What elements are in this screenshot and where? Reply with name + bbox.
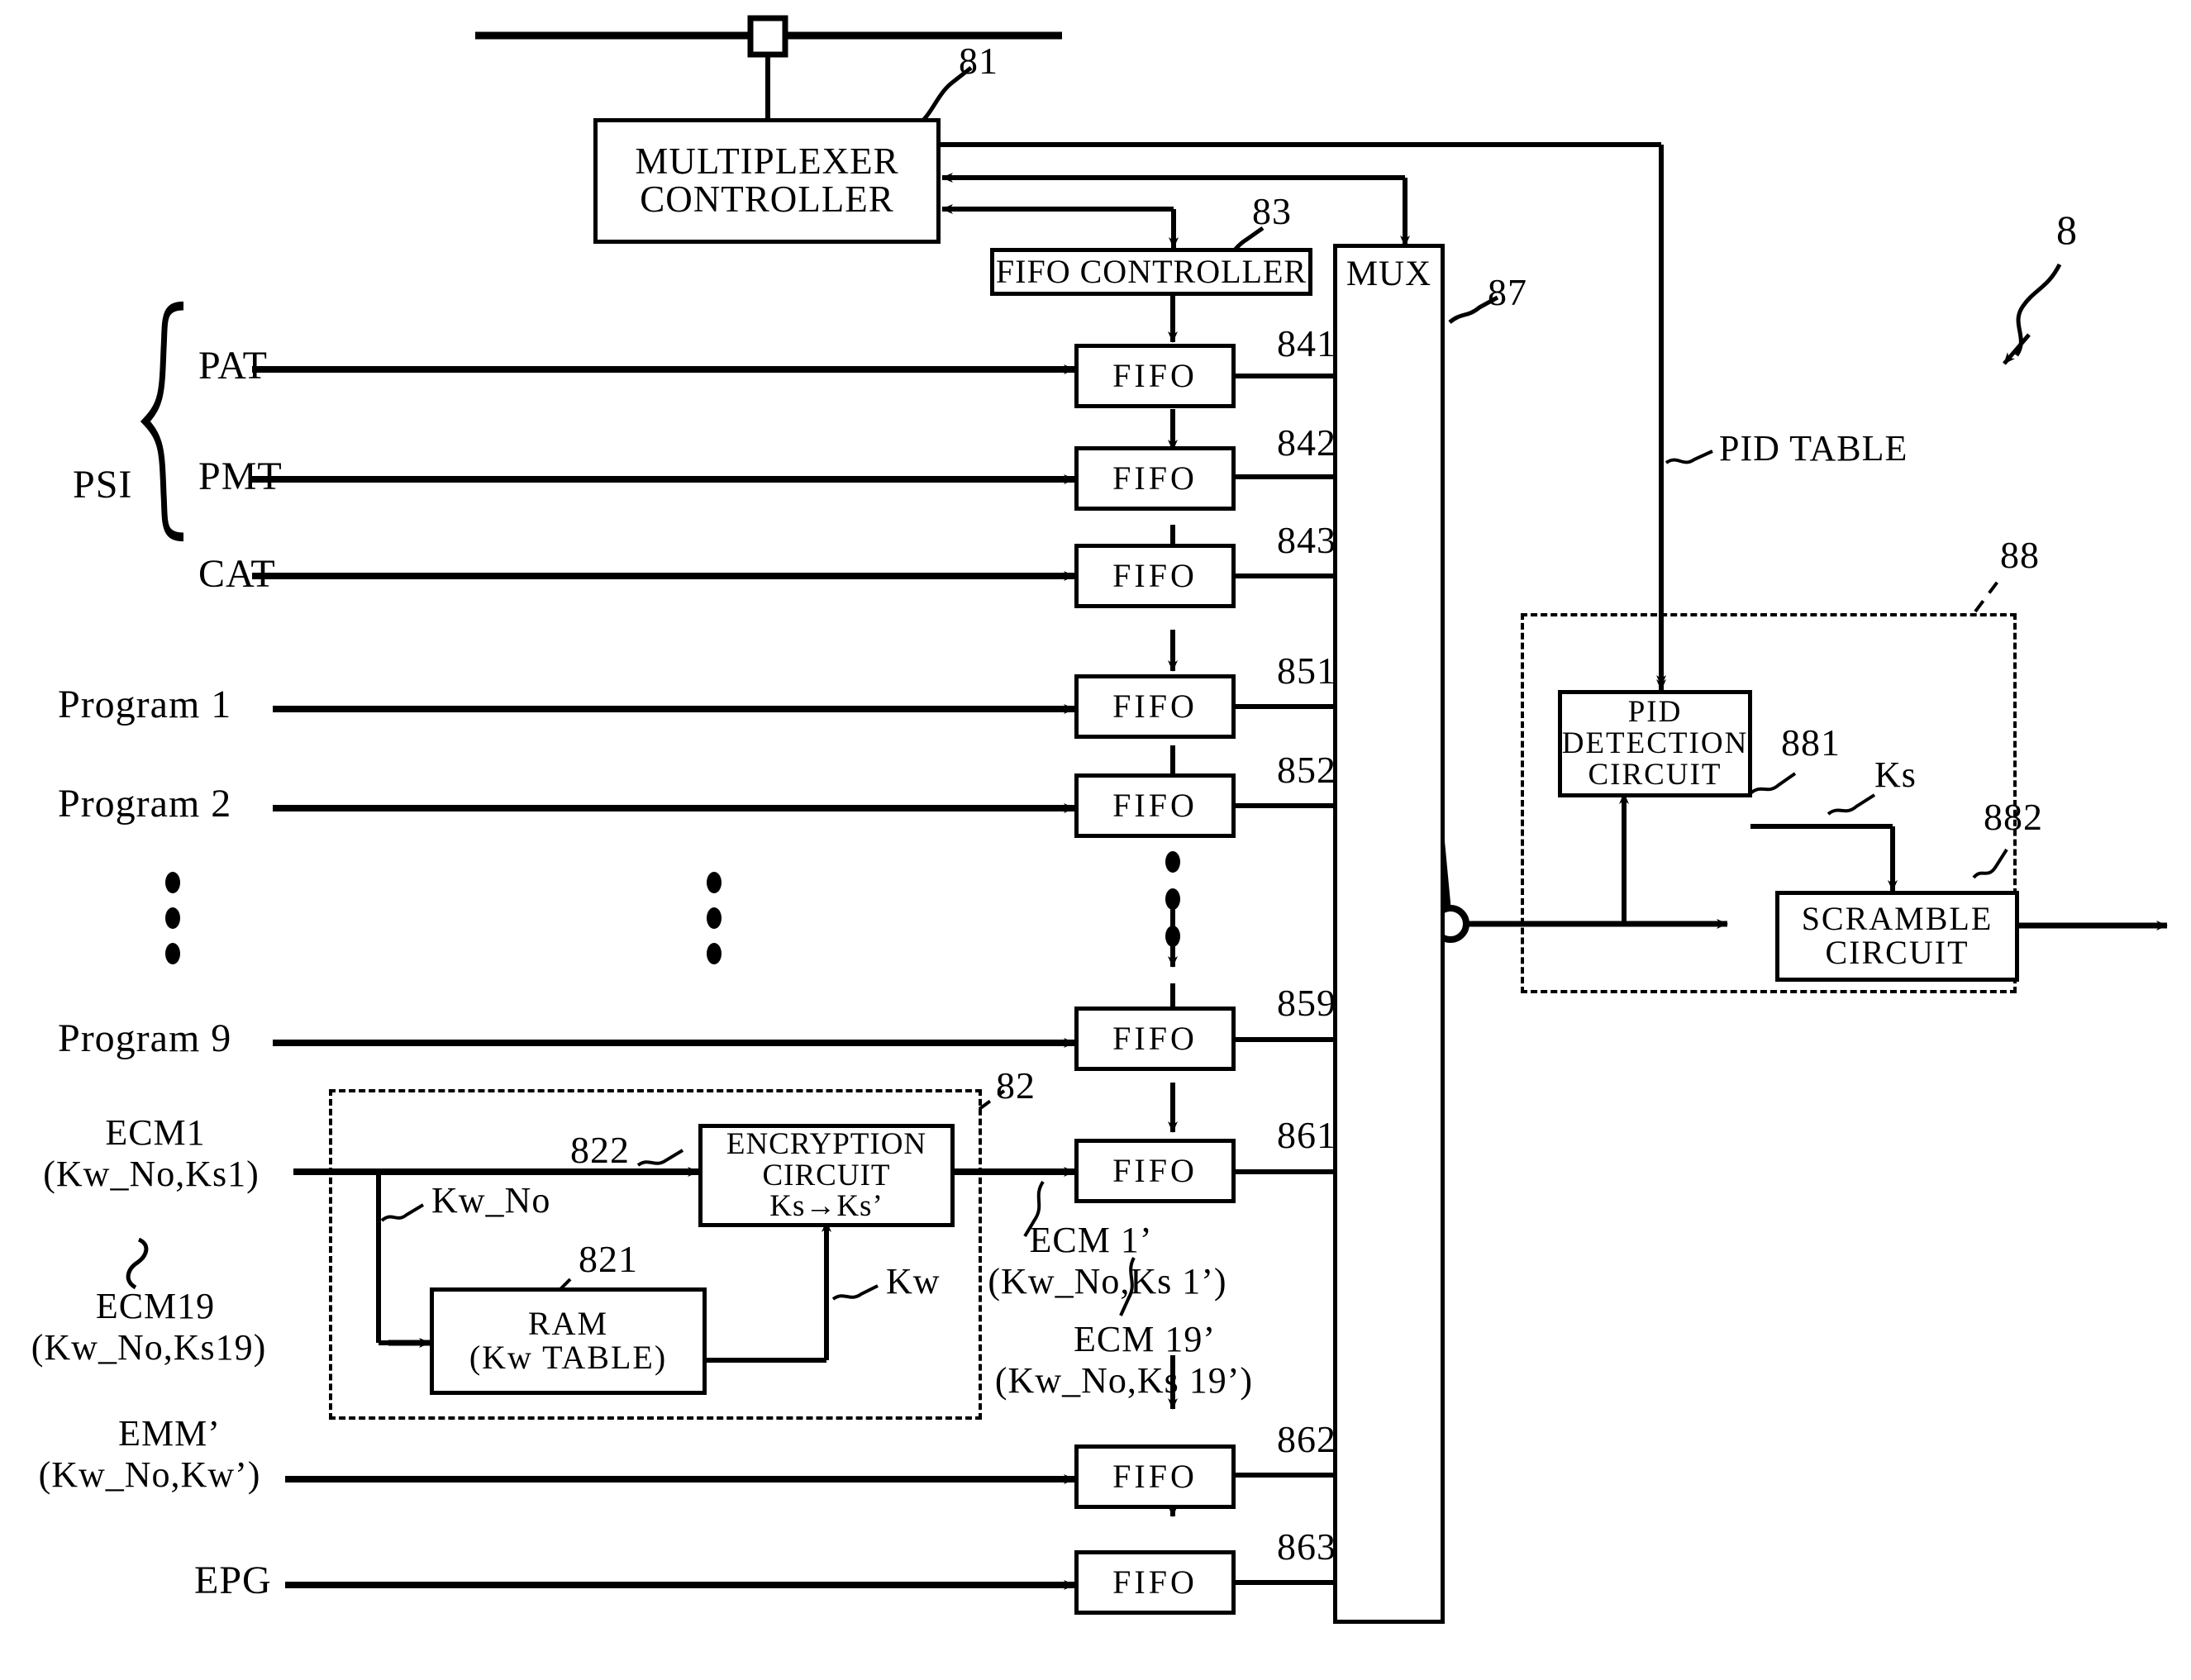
- ref-863: 863: [1277, 1525, 1336, 1568]
- psi-item-pat: PAT: [198, 344, 268, 388]
- ref-852: 852: [1277, 749, 1336, 791]
- program-2-label: Program 2: [58, 782, 232, 826]
- scramble-line2: CIRCUIT: [1825, 934, 1970, 971]
- ecm1-prime-params: (Kw_No,Ks 1’): [988, 1261, 1227, 1302]
- ref-859: 859: [1277, 982, 1336, 1024]
- ref-842: 842: [1277, 421, 1336, 464]
- fifo-861-label: FIFO: [1112, 1151, 1198, 1189]
- ref-83: 83: [1252, 190, 1292, 232]
- psi-item-cat: CAT: [198, 552, 276, 596]
- ref-87: 87: [1488, 271, 1527, 313]
- ref-861: 861: [1277, 1114, 1336, 1156]
- program-9-label: Program 9: [58, 1016, 232, 1060]
- vertical-ellipsis-dot: [707, 907, 722, 929]
- vertical-ellipsis-dot: [165, 907, 180, 929]
- ref-841: 841: [1277, 322, 1336, 364]
- fifo-843-block[interactable]: FIFO: [1074, 544, 1236, 608]
- ref-851: 851: [1277, 650, 1336, 692]
- fifo-861-block[interactable]: FIFO: [1074, 1139, 1236, 1203]
- ref-8-figure: 8: [2056, 207, 2078, 253]
- ram-line1: RAM: [527, 1305, 609, 1343]
- mux-block[interactable]: MUX: [1333, 244, 1445, 1624]
- fifo-862-label: FIFO: [1112, 1457, 1198, 1495]
- encryption-line2: CIRCUIT: [762, 1158, 891, 1192]
- ref-862: 862: [1277, 1418, 1336, 1460]
- vertical-ellipsis-dot: [707, 943, 722, 964]
- multiplexer-controller-block[interactable]: MULTIPLEXER CONTROLLER: [593, 118, 941, 244]
- ecm1-input-params: (Kw_No,Ks1): [43, 1154, 260, 1194]
- fifo-841-label: FIFO: [1112, 356, 1198, 394]
- ref-81: 81: [959, 40, 998, 82]
- fifo-842-label: FIFO: [1112, 459, 1198, 497]
- fifo-852-label: FIFO: [1112, 786, 1198, 824]
- pid-detection-line3: CIRCUIT: [1588, 757, 1722, 792]
- ref-881: 881: [1781, 721, 1841, 764]
- emm-prime-label: EMM’: [118, 1413, 221, 1454]
- ecm1-input-label: ECM1: [105, 1112, 206, 1153]
- ref-821: 821: [579, 1238, 638, 1280]
- signal-kw-label: Kw: [886, 1261, 941, 1302]
- fifo-851-block[interactable]: FIFO: [1074, 674, 1236, 739]
- ref-82: 82: [996, 1064, 1036, 1107]
- vertical-ellipsis-dot: [165, 943, 180, 964]
- fifo-851-label: FIFO: [1112, 687, 1198, 725]
- fifo-controller-block[interactable]: FIFO CONTROLLER: [990, 248, 1312, 296]
- bus-tap-square: [747, 15, 788, 58]
- psi-group-label: PSI: [73, 463, 133, 507]
- fifo-863-block[interactable]: FIFO: [1074, 1550, 1236, 1615]
- scramble-line1: SCRAMBLE: [1801, 900, 1993, 938]
- ref-88: 88: [2000, 534, 2040, 576]
- fifo-controller-label: FIFO CONTROLLER: [995, 252, 1307, 290]
- vertical-ellipsis-dot: [1165, 851, 1180, 873]
- multiplexer-controller-line1: MULTIPLEXER: [635, 140, 899, 183]
- fifo-859-block[interactable]: FIFO: [1074, 1007, 1236, 1071]
- pid-table-label: PID TABLE: [1719, 428, 1908, 469]
- ref-843: 843: [1277, 519, 1336, 561]
- ecm19-prime-label: ECM 19’: [1074, 1319, 1216, 1359]
- encryption-line1: ENCRYPTION: [726, 1126, 927, 1161]
- fifo-842-block[interactable]: FIFO: [1074, 446, 1236, 511]
- program-1-label: Program 1: [58, 683, 232, 726]
- scramble-circuit-block[interactable]: SCRAMBLE CIRCUIT: [1775, 891, 2019, 982]
- vertical-ellipsis-dot: [1165, 926, 1180, 947]
- pid-detection-line1: PID: [1627, 695, 1683, 730]
- fifo-863-label: FIFO: [1112, 1563, 1198, 1601]
- ram-line2: (Kw TABLE): [469, 1339, 668, 1376]
- pid-detection-circuit-block[interactable]: PID DETECTION CIRCUIT: [1558, 690, 1752, 797]
- vertical-ellipsis-dot: [1165, 888, 1180, 910]
- mux-label: MUX: [1346, 255, 1432, 293]
- ref-822: 822: [570, 1129, 630, 1171]
- fifo-859-label: FIFO: [1112, 1019, 1198, 1057]
- emm-prime-params: (Kw_No,Kw’): [38, 1454, 261, 1495]
- fifo-852-block[interactable]: FIFO: [1074, 773, 1236, 838]
- signal-kw-no-label: Kw_No: [431, 1180, 551, 1221]
- fifo-862-block[interactable]: FIFO: [1074, 1444, 1236, 1509]
- signal-ks-label: Ks: [1874, 754, 1917, 795]
- ecm19-prime-params: (Kw_No,Ks 19’): [994, 1360, 1254, 1401]
- ecm1-prime-label: ECM 1’: [1029, 1220, 1153, 1260]
- ecm19-input-label: ECM19: [95, 1286, 216, 1326]
- patent-figure-canvas: MULTIPLEXER CONTROLLER 81 FIFO CONTROLLE…: [0, 0, 2191, 1680]
- psi-item-pmt: PMT: [198, 455, 283, 498]
- ref-882: 882: [1984, 796, 2043, 838]
- encryption-circuit-block[interactable]: ENCRYPTION CIRCUIT Ks→Ks’: [698, 1124, 955, 1227]
- vertical-ellipsis-dot: [707, 872, 722, 893]
- epg-label: EPG: [194, 1559, 272, 1602]
- ram-kw-table-block[interactable]: RAM (Kw TABLE): [430, 1287, 707, 1395]
- pid-detection-line2: DETECTION: [1561, 726, 1749, 761]
- fifo-843-label: FIFO: [1112, 556, 1198, 594]
- vertical-ellipsis-dot: [165, 872, 180, 893]
- fifo-841-block[interactable]: FIFO: [1074, 344, 1236, 408]
- multiplexer-controller-line2: CONTROLLER: [640, 178, 894, 220]
- encryption-line3: Ks→Ks’: [769, 1189, 884, 1224]
- ecm19-input-params: (Kw_No,Ks19): [31, 1327, 267, 1368]
